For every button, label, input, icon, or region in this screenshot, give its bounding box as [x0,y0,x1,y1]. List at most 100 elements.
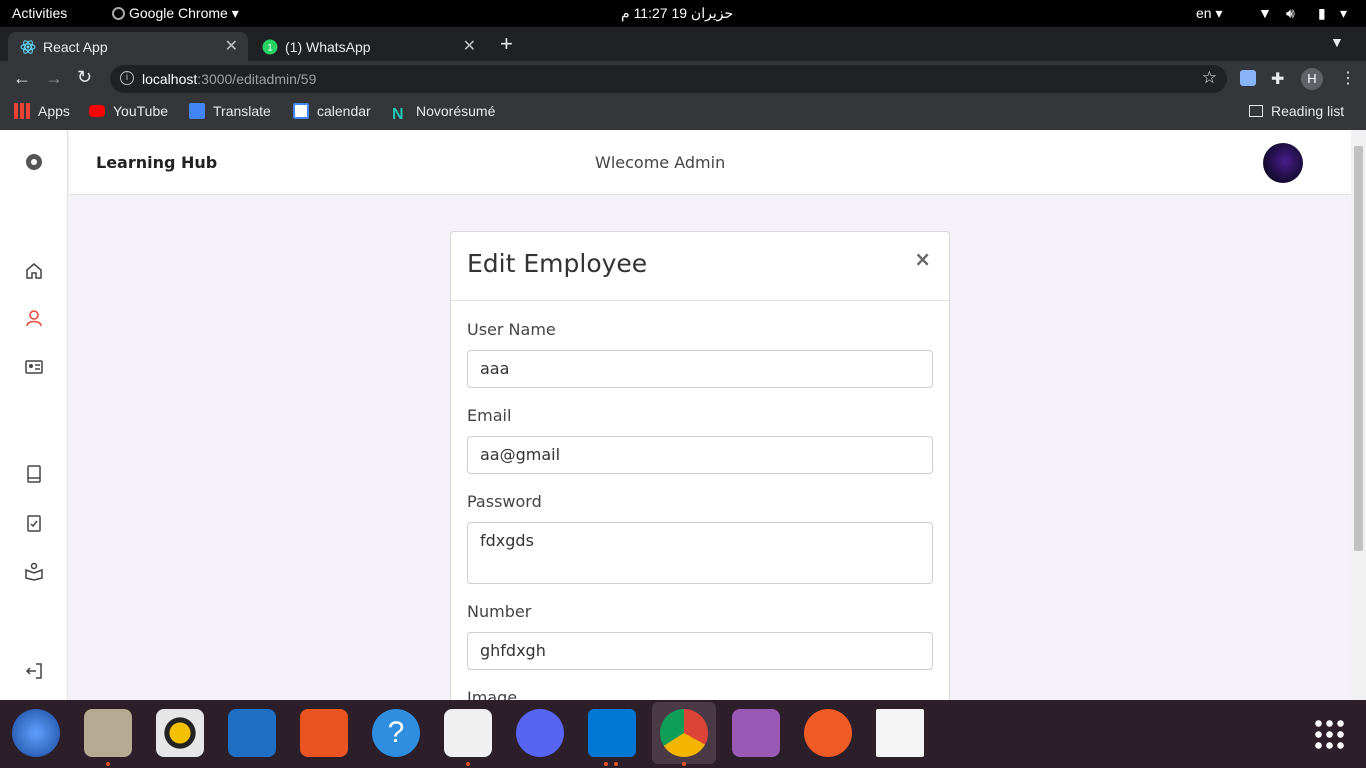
bookmark-youtube[interactable]: YouTube [89,103,168,119]
logo-icon[interactable] [24,152,44,172]
username-label: User Name [467,320,556,339]
language-indicator[interactable]: en ▾ [1196,5,1223,22]
volume-icon[interactable]: 🔊︎ [1286,5,1295,22]
postman-icon[interactable] [804,709,852,757]
battery-icon[interactable]: ▮ [1318,5,1326,22]
id-card-icon[interactable] [24,357,44,377]
back-icon[interactable]: ← [13,68,31,89]
translate-extension-icon[interactable] [1240,70,1256,86]
clipboard-check-icon[interactable] [24,513,44,533]
text-editor-icon[interactable] [444,709,492,757]
address-bar[interactable]: i localhost:3000/editadmin/59 ☆ [110,65,1227,93]
new-tab-icon[interactable]: + [500,31,513,57]
brand-title[interactable]: Learning Hub [96,153,217,172]
running-indicator [682,762,686,766]
user-icon[interactable] [24,308,44,328]
bookmark-novoresume[interactable]: N Novorésumé [392,103,496,123]
calendar-icon [293,103,309,119]
youtube-icon [89,105,105,117]
close-icon[interactable]: × [914,247,931,271]
bookmark-calendar[interactable]: calendar [293,103,371,119]
bookmark-star-icon[interactable]: ☆ [1202,68,1217,88]
show-apps-grid-icon[interactable] [1313,718,1345,750]
tab-title: React App [43,39,108,55]
forward-icon[interactable]: → [45,68,63,89]
reading-list-icon [1249,105,1263,117]
system-menu-arrow-icon[interactable]: ▾ [1340,5,1347,22]
running-indicator [604,762,608,766]
running-indicator [466,762,470,766]
reading-list-button[interactable]: Reading list [1249,103,1344,119]
chrome-app-icon [112,7,125,20]
activities-button[interactable]: Activities [12,5,67,21]
profile-avatar[interactable]: H [1301,68,1323,90]
admin-avatar[interactable] [1263,143,1303,183]
chrome-menu-icon[interactable]: ⋮ [1340,68,1356,88]
page-scrollbar[interactable] [1351,130,1366,700]
close-tab-icon[interactable]: ✕ [225,36,238,56]
rhythmbox-icon[interactable] [156,709,204,757]
help-icon[interactable]: ? [372,709,420,757]
password-textarea[interactable]: fdxgds [467,522,933,584]
reading-list-label: Reading list [1271,103,1345,119]
home-icon[interactable] [24,261,44,281]
phpmyadmin-icon[interactable] [876,709,924,757]
edit-employee-modal: Edit Employee × User Name aaa Email aa@g… [450,231,950,700]
video-player-icon[interactable] [732,709,780,757]
email-input[interactable]: aa@gmail [467,436,933,474]
web-page: Learning Hub Wlecome Admin Edit Employee… [0,130,1366,700]
chrome-icon[interactable] [660,709,708,757]
browser-toolbar: ← → ↻ i localhost:3000/editadmin/59 ☆ ✚ … [0,61,1366,97]
modal-title: Edit Employee [467,249,648,278]
app-sidebar [0,130,68,700]
app-menu-label: Google Chrome [129,5,228,21]
whatsapp-favicon-icon: 1 [262,39,278,55]
book-icon[interactable] [24,464,44,484]
tab-title: (1) WhatsApp [285,39,371,55]
url-text: localhost:3000/editadmin/59 [142,71,316,87]
reader-icon[interactable] [24,561,44,581]
bookmark-label: Apps [38,103,70,119]
vscode-icon[interactable] [588,709,636,757]
divider [451,300,949,301]
running-indicator [106,762,110,766]
writer-icon[interactable] [228,709,276,757]
tab-strip: React App ✕ 1 (1) WhatsApp ✕ + ▼ [0,27,1366,61]
logout-icon[interactable] [24,661,44,681]
number-input[interactable]: ghfdxgh [467,632,933,670]
apps-grid-icon [14,103,30,119]
app-menu[interactable]: Google Chrome ▾ [112,5,239,22]
discord-icon[interactable] [516,709,564,757]
url-path: :3000/editadmin/59 [197,71,317,87]
site-info-icon[interactable]: i [120,71,134,85]
svg-text:1: 1 [267,43,272,53]
clock[interactable]: حزيران 19 11:27 م [621,5,733,22]
bookmark-label: Translate [213,103,271,119]
email-label: Email [467,406,512,425]
files-icon[interactable] [84,709,132,757]
google-translate-icon [189,103,205,119]
react-favicon-icon [20,40,36,54]
bookmark-label: calendar [317,103,371,119]
bookmark-label: YouTube [113,103,169,119]
welcome-text: Wlecome Admin [595,153,726,172]
url-host: localhost [142,71,198,87]
novoresume-icon: N [392,106,404,123]
thunderbird-icon[interactable] [12,709,60,757]
software-center-icon[interactable] [300,709,348,757]
tab-react-app[interactable]: React App ✕ [8,32,248,61]
extensions-puzzle-icon[interactable]: ✚ [1271,69,1284,89]
bookmark-label: Novorésumé [416,103,496,119]
wifi-icon[interactable]: ▼ [1258,5,1272,21]
bookmarks-bar: Apps YouTube Translate calendar N Novorés… [0,97,1366,130]
reload-icon[interactable]: ↻ [77,67,92,88]
scrollbar-thumb[interactable] [1354,146,1363,551]
image-label: Image [467,688,518,700]
bookmark-apps[interactable]: Apps [14,103,70,119]
tab-whatsapp[interactable]: 1 (1) WhatsApp ✕ [250,32,486,61]
bookmark-translate[interactable]: Translate [189,103,271,119]
close-tab-icon[interactable]: ✕ [463,36,476,56]
username-input[interactable]: aaa [467,350,933,388]
tab-search-icon[interactable]: ▼ [1330,34,1344,50]
system-top-bar: Activities Google Chrome ▾ حزيران 19 11:… [0,0,1366,27]
